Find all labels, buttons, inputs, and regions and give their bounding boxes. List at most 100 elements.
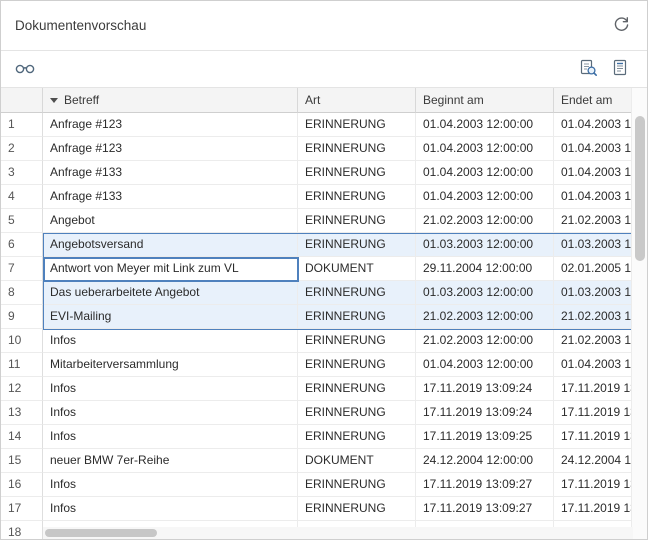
table-row[interactable]: 6AngebotsversandERINNERUNG01.03.2003 12:… (1, 233, 633, 257)
cell-art[interactable]: ERINNERUNG (298, 401, 416, 425)
row-number-cell[interactable]: 2 (1, 137, 43, 161)
cell-endet[interactable]: 01.03.2003 12:00:00 (554, 233, 633, 257)
row-number-cell[interactable]: 15 (1, 449, 43, 473)
cell-endet[interactable]: 01.03.2003 12:00:00 (554, 281, 633, 305)
cell-beginnt[interactable]: 17.11.2019 13:09:25 (416, 425, 554, 449)
cell-art[interactable]: ERINNERUNG (298, 161, 416, 185)
cell-endet[interactable]: 17.11.2019 13:09:24 (554, 377, 633, 401)
vertical-scrollbar-thumb[interactable] (635, 116, 645, 261)
row-number-cell[interactable]: 7 (1, 257, 43, 281)
cell-betreff[interactable]: Infos (43, 473, 298, 497)
cell-beginnt[interactable]: 21.02.2003 12:00:00 (416, 305, 554, 329)
cell-art[interactable]: ERINNERUNG (298, 233, 416, 257)
cell-betreff[interactable]: Anfrage #123 (43, 137, 298, 161)
table-row[interactable]: 17InfosERINNERUNG17.11.2019 13:09:2717.1… (1, 497, 633, 521)
table-row[interactable]: 4Anfrage #133ERINNERUNG01.04.2003 12:00:… (1, 185, 633, 209)
cell-betreff[interactable]: Angebotsversand (43, 233, 298, 257)
row-number-cell[interactable]: 9 (1, 305, 43, 329)
cell-beginnt[interactable]: 01.03.2003 12:00:00 (416, 233, 554, 257)
vertical-scrollbar[interactable] (631, 88, 647, 539)
table-row[interactable]: 3Anfrage #133ERINNERUNG01.04.2003 12:00:… (1, 161, 633, 185)
cell-betreff[interactable]: Mitarbeiterversammlung (43, 353, 298, 377)
row-number-cell[interactable]: 11 (1, 353, 43, 377)
row-number-cell[interactable]: 12 (1, 377, 43, 401)
row-number-cell[interactable]: 17 (1, 497, 43, 521)
horizontal-scrollbar-thumb[interactable] (45, 529, 157, 537)
cell-betreff[interactable]: Infos (43, 329, 298, 353)
cell-betreff[interactable]: Anfrage #133 (43, 161, 298, 185)
cell-art[interactable]: ERINNERUNG (298, 113, 416, 137)
cell-endet[interactable]: 17.11.2019 13:09:25 (554, 425, 633, 449)
cell-endet[interactable]: 24.12.2004 12:00:00 (554, 449, 633, 473)
cell-betreff[interactable]: Antwort von Meyer mit Link zum VL (43, 257, 298, 281)
table-row[interactable]: 5AngebotERINNERUNG21.02.2003 12:00:0021.… (1, 209, 633, 233)
cell-endet[interactable]: 21.02.2003 12:00:00 (554, 305, 633, 329)
cell-beginnt[interactable]: 24.12.2004 12:00:00 (416, 449, 554, 473)
table-row[interactable]: 8Das ueberarbeitete AngebotERINNERUNG01.… (1, 281, 633, 305)
cell-beginnt[interactable]: 21.02.2003 12:00:00 (416, 209, 554, 233)
row-number-cell[interactable]: 1 (1, 113, 43, 137)
cell-beginnt[interactable]: 01.03.2003 12:00:00 (416, 281, 554, 305)
table-row[interactable]: 10InfosERINNERUNG21.02.2003 12:00:0021.0… (1, 329, 633, 353)
cell-art[interactable]: ERINNERUNG (298, 185, 416, 209)
row-number-cell[interactable]: 10 (1, 329, 43, 353)
view-glasses-button[interactable] (12, 57, 38, 81)
cell-art[interactable]: ERINNERUNG (298, 305, 416, 329)
row-number-cell[interactable]: 6 (1, 233, 43, 257)
cell-beginnt[interactable]: 21.02.2003 12:00:00 (416, 329, 554, 353)
table-row[interactable]: 16InfosERINNERUNG17.11.2019 13:09:2717.1… (1, 473, 633, 497)
cell-endet[interactable]: 17.11.2019 13:09:27 (554, 473, 633, 497)
document-preview-button[interactable] (609, 56, 632, 83)
table-row[interactable]: 13InfosERINNERUNG17.11.2019 13:09:2417.1… (1, 401, 633, 425)
row-number-cell[interactable]: 16 (1, 473, 43, 497)
cell-beginnt[interactable]: 17.11.2019 13:09:27 (416, 473, 554, 497)
cell-betreff[interactable]: Infos (43, 377, 298, 401)
cell-endet[interactable]: 01.04.2003 12:00:00 (554, 353, 633, 377)
table-row[interactable]: 7Antwort von Meyer mit Link zum VLDOKUME… (1, 257, 633, 281)
cell-beginnt[interactable]: 01.04.2003 12:00:00 (416, 113, 554, 137)
row-number-cell[interactable]: 14 (1, 425, 43, 449)
cell-endet[interactable]: 01.04.2003 12:00:00 (554, 137, 633, 161)
cell-beginnt[interactable]: 01.04.2003 12:00:00 (416, 161, 554, 185)
cell-betreff[interactable]: neuer BMW 7er-Reihe (43, 449, 298, 473)
cell-art[interactable]: ERINNERUNG (298, 353, 416, 377)
cell-endet[interactable]: 01.04.2003 12:00:00 (554, 161, 633, 185)
column-header-endet-am[interactable]: Endet am (554, 88, 633, 113)
table-row[interactable]: 1Anfrage #123ERINNERUNG01.04.2003 12:00:… (1, 113, 633, 137)
cell-beginnt[interactable]: 17.11.2019 13:09:24 (416, 401, 554, 425)
row-number-cell[interactable]: 5 (1, 209, 43, 233)
cell-art[interactable]: ERINNERUNG (298, 497, 416, 521)
cell-betreff[interactable]: Angebot (43, 209, 298, 233)
cell-beginnt[interactable]: 29.11.2004 12:00:00 (416, 257, 554, 281)
cell-endet[interactable]: 02.01.2005 12:00:00 (554, 257, 633, 281)
cell-art[interactable]: DOKUMENT (298, 449, 416, 473)
row-number-cell[interactable]: 4 (1, 185, 43, 209)
cell-endet[interactable]: 17.11.2019 13:09:27 (554, 497, 633, 521)
cell-art[interactable]: DOKUMENT (298, 257, 416, 281)
refresh-button[interactable] (610, 13, 633, 39)
cell-art[interactable]: ERINNERUNG (298, 209, 416, 233)
cell-art[interactable]: ERINNERUNG (298, 377, 416, 401)
cell-betreff[interactable]: Infos (43, 497, 298, 521)
cell-endet[interactable]: 21.02.2003 12:00:00 (554, 209, 633, 233)
cell-endet[interactable]: 01.04.2003 12:00:00 (554, 185, 633, 209)
column-header-art[interactable]: Art (298, 88, 416, 113)
cell-betreff[interactable]: Anfrage #133 (43, 185, 298, 209)
column-header-rownum[interactable] (1, 88, 43, 113)
cell-endet[interactable]: 17.11.2019 13:09:24 (554, 401, 633, 425)
cell-betreff[interactable]: Anfrage #123 (43, 113, 298, 137)
cell-art[interactable]: ERINNERUNG (298, 137, 416, 161)
cell-endet[interactable]: 21.02.2003 12:00:00 (554, 329, 633, 353)
cell-betreff[interactable]: Infos (43, 425, 298, 449)
row-number-cell[interactable]: 8 (1, 281, 43, 305)
table-row[interactable]: 11MitarbeiterversammlungERINNERUNG01.04.… (1, 353, 633, 377)
cell-beginnt[interactable]: 01.04.2003 12:00:00 (416, 185, 554, 209)
table-row[interactable]: 15neuer BMW 7er-ReiheDOKUMENT24.12.2004 … (1, 449, 633, 473)
cell-beginnt[interactable]: 01.04.2003 12:00:00 (416, 353, 554, 377)
cell-beginnt[interactable]: 01.04.2003 12:00:00 (416, 137, 554, 161)
cell-beginnt[interactable]: 17.11.2019 13:09:27 (416, 497, 554, 521)
cell-betreff[interactable]: Infos (43, 401, 298, 425)
cell-beginnt[interactable]: 17.11.2019 13:09:24 (416, 377, 554, 401)
cell-art[interactable]: ERINNERUNG (298, 473, 416, 497)
cell-betreff[interactable]: EVI-Mailing (43, 305, 298, 329)
